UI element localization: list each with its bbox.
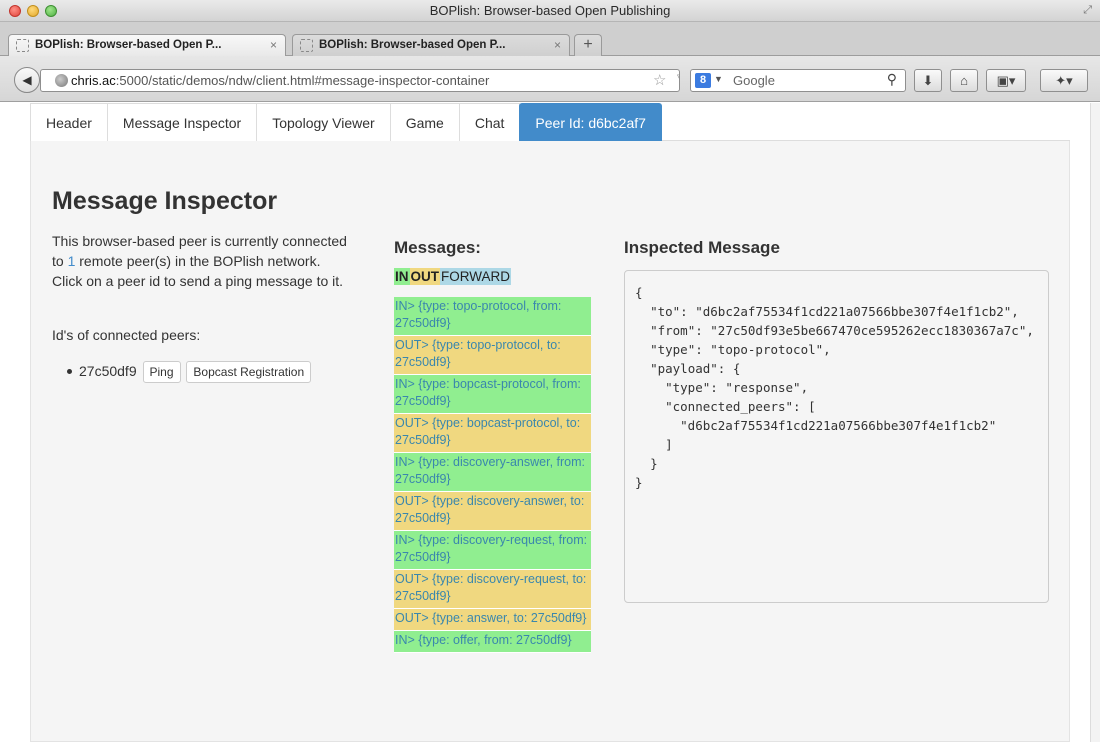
browser-tab-active[interactable]: BOPlish: Browser-based Open P... × [8, 34, 286, 56]
message-list: IN> {type: topo-protocol, from: 27c50df9… [394, 297, 591, 653]
message-item[interactable]: IN> {type: topo-protocol, from: 27c50df9… [394, 297, 591, 336]
inspected-message-heading: Inspected Message [624, 238, 780, 257]
url-host: chris.ac [71, 73, 116, 88]
search-input[interactable]: 8 ▼ Google ⚲ [690, 69, 906, 92]
message-item[interactable]: IN> {type: discovery-request, from: 27c5… [394, 531, 591, 570]
legend-out: OUT [409, 268, 440, 285]
close-tab-icon[interactable]: × [270, 38, 277, 52]
message-item[interactable]: OUT> {type: topo-protocol, to: 27c50df9} [394, 336, 591, 375]
search-engine-icon[interactable]: 8 [695, 73, 711, 88]
globe-icon [55, 74, 68, 87]
fullscreen-icon[interactable]: ⤢ [1083, 4, 1092, 17]
home-button[interactable]: ⌂ [950, 69, 978, 92]
page-viewport: Header Message Inspector Topology Viewer… [0, 103, 1100, 742]
ping-button[interactable]: Ping [142, 361, 181, 384]
message-item[interactable]: OUT> {type: answer, to: 27c50df9} [394, 609, 591, 631]
browser-tab-label: BOPlish: Browser-based Open P... [35, 39, 222, 51]
close-tab-icon[interactable]: × [554, 38, 561, 52]
tab-message-inspector[interactable]: Message Inspector [106, 103, 258, 141]
connected-peers-list: 27c50df9 Ping Bopcast Registration [67, 359, 312, 384]
page-favicon-icon [300, 39, 313, 52]
message-inspector-panel: Message Inspector This browser-based pee… [30, 141, 1070, 742]
tab-game[interactable]: Game [389, 103, 460, 141]
new-tab-button[interactable]: + [574, 34, 602, 56]
addon-menu-button[interactable]: ✦▾ [1040, 69, 1088, 92]
browser-tab-inactive[interactable]: BOPlish: Browser-based Open P... × [292, 34, 570, 56]
chevron-down-icon[interactable]: ▼ [714, 74, 723, 84]
page-title: Message Inspector [52, 187, 278, 215]
app-nav-tabs: Header Message Inspector Topology Viewer… [30, 103, 1070, 141]
list-item: 27c50df9 Ping Bopcast Registration [67, 359, 312, 384]
messages-heading: Messages: [394, 238, 481, 257]
legend-forward: FORWARD [440, 268, 511, 285]
tab-chat[interactable]: Chat [458, 103, 521, 141]
legend-in: IN [394, 268, 410, 285]
tab-peer-id[interactable]: Peer Id: d6bc2af7 [519, 103, 662, 141]
message-item[interactable]: OUT> {type: discovery-request, to: 27c50… [394, 570, 591, 609]
vertical-scrollbar[interactable] [1090, 103, 1100, 742]
connected-peers-label: Id's of connected peers: [52, 327, 201, 343]
inspected-message-json: { "to": "d6bc2af75534f1cd221a07566bbe307… [624, 270, 1049, 603]
downloads-button[interactable]: ⬇ [914, 69, 942, 92]
intro-text: This browser-based peer is currently con… [52, 231, 347, 291]
window-title: BOPlish: Browser-based Open Publishing [429, 3, 671, 18]
message-item[interactable]: IN> {type: discovery-answer, from: 27c50… [394, 453, 591, 492]
search-placeholder: Google [733, 73, 775, 88]
bullet-icon [67, 369, 72, 374]
browser-tab-strip: BOPlish: Browser-based Open P... × BOPli… [0, 22, 1100, 56]
browser-toolbar: ◀ chris.ac:5000/static/demos/ndw/client.… [0, 56, 1100, 102]
window-titlebar: BOPlish: Browser-based Open Publishing ⤢ [0, 0, 1100, 22]
message-item[interactable]: IN> {type: bopcast-protocol, from: 27c50… [394, 375, 591, 414]
url-bar[interactable]: chris.ac:5000/static/demos/ndw/client.ht… [40, 69, 680, 92]
message-legend: IN OUT FORWARD [394, 268, 511, 285]
message-item[interactable]: OUT> {type: discovery-answer, to: 27c50d… [394, 492, 591, 531]
bopcast-registration-button[interactable]: Bopcast Registration [186, 361, 312, 384]
message-item[interactable]: IN> {type: offer, from: 27c50df9} [394, 631, 591, 653]
intro-text-end: remote peer(s) in the BOPlish network. C… [52, 253, 344, 289]
tab-topology-viewer[interactable]: Topology Viewer [256, 103, 391, 141]
tab-header[interactable]: Header [30, 103, 108, 141]
message-item[interactable]: OUT> {type: bopcast-protocol, to: 27c50d… [394, 414, 591, 453]
search-icon[interactable]: ⚲ [887, 71, 897, 88]
bookmark-star-icon[interactable]: ☆ [653, 71, 666, 89]
screenshot-button[interactable]: ▣▾ [986, 69, 1026, 92]
url-history-dropdown-icon[interactable]: ▽ [677, 73, 679, 84]
browser-tab-label: BOPlish: Browser-based Open P... [319, 39, 506, 51]
page-favicon-icon [16, 39, 29, 52]
peer-id[interactable]: 27c50df9 [79, 363, 137, 379]
back-button[interactable]: ◀ [14, 67, 40, 93]
url-path: :5000/static/demos/ndw/client.html#messa… [115, 73, 490, 88]
